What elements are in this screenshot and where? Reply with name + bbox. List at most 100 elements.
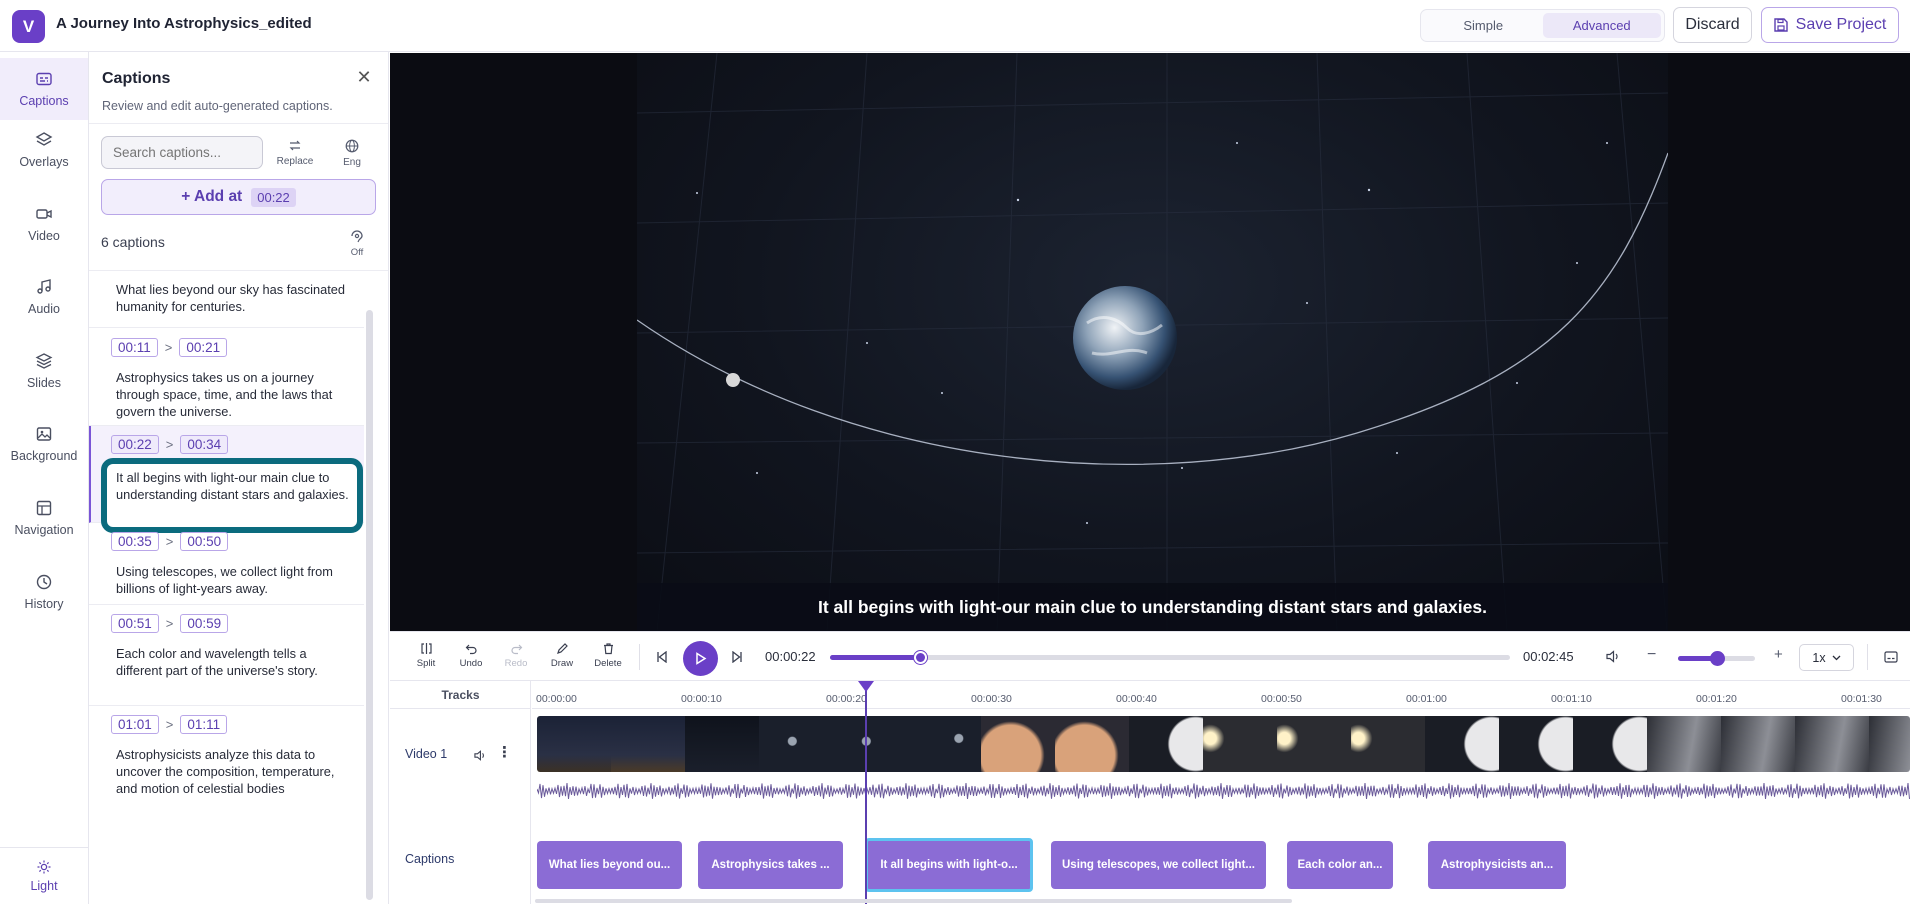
video-thumbnail [1277,716,1351,772]
chevron-down-icon [1832,655,1841,660]
language-label: Eng [343,156,361,168]
caption-clip[interactable]: Astrophysicists an... [1428,841,1566,889]
video-thumbnail [1647,716,1721,772]
caption-text[interactable]: Using telescopes, we collect light from … [116,563,354,597]
zoom-slider[interactable] [1678,651,1755,666]
skip-back-icon[interactable] [656,650,668,668]
caption-clip[interactable]: Each color an... [1287,841,1393,889]
list-item[interactable]: What lies beyond our sky has fascinated … [89,271,364,328]
sun-icon [37,860,51,873]
scrollbar[interactable] [366,310,373,900]
caption-end-time[interactable]: 01:11 [180,715,228,734]
add-caption-button[interactable]: + Add at 00:22 [101,179,376,215]
split-label: Split [416,658,436,669]
timeline-scrollbar[interactable] [535,899,1292,903]
list-item[interactable]: 00:11 > 00:21 Astrophysics takes us on a… [89,329,364,426]
caption-start-time[interactable]: 00:51 [111,614,159,633]
caption-end-time[interactable]: 00:59 [180,614,229,633]
caption-text[interactable]: Astrophysicists analyze this data to unc… [116,746,354,797]
playhead-handle[interactable] [858,681,874,692]
caption-clip[interactable]: What lies beyond ou... [537,841,682,889]
add-caption-time: 00:22 [251,187,296,207]
draw-button[interactable]: Draw [545,642,579,669]
sidebar-item-captions[interactable]: Captions [0,58,88,120]
caption-clip[interactable]: Astrophysics takes ... [698,841,843,889]
sidebar-item-label: Video [28,229,60,243]
play-button[interactable] [683,641,718,676]
save-project-label: Save Project [1795,16,1887,33]
caption-clip[interactable]: Using telescopes, we collect light... [1051,841,1266,889]
caption-text[interactable]: Astrophysics takes us on a journey throu… [116,369,354,420]
zoom-handle[interactable] [1709,651,1725,666]
track-labels: Tracks Video 1 ⋮ Captions [390,681,531,904]
caption-text[interactable]: Each color and wavelength tells a differ… [116,645,354,679]
undo-button[interactable]: Undo [454,642,488,669]
captions-toggle-off[interactable]: Off [337,224,377,264]
video-track-label: Video 1 [405,747,448,761]
captions-panel: Captions Review and edit auto-generated … [89,52,389,904]
ruler-tick: 00:00:40 [1116,693,1157,705]
image-icon [36,427,52,441]
time-ruler[interactable]: 00:00:00 00:00:10 00:00:20 00:00:30 00:0… [532,681,1910,709]
space-scene-image [636,53,1669,631]
skip-forward-icon[interactable] [731,650,743,668]
sidebar-item-slides[interactable]: Slides [0,340,88,402]
progress-slider[interactable] [830,651,1510,664]
caption-start-time[interactable]: 01:01 [111,715,159,734]
player-controls: Split Undo Redo Draw Delete 00:00:22 00:… [390,631,1910,681]
ruler-tick: 00:00:20 [826,693,867,705]
caption-text[interactable]: What lies beyond our sky has fascinated … [116,281,354,315]
progress-handle[interactable] [914,651,928,664]
zoom-out-icon[interactable]: − [1647,646,1656,664]
replace-button[interactable]: Replace [273,135,317,171]
list-item[interactable]: 01:01 > 01:11 Astrophysicists analyze th… [89,706,364,846]
search-captions-input[interactable] [101,136,263,169]
current-time: 00:00:22 [765,649,816,664]
list-item[interactable]: 00:51 > 00:59 Each color and wavelength … [89,605,364,706]
sidebar-item-video[interactable]: Video [0,193,88,255]
sidebar-item-navigation[interactable]: Navigation [0,487,88,549]
subtitles-icon[interactable] [1884,650,1898,668]
sidebar-item-audio[interactable]: Audio [0,266,88,328]
caption-end-time[interactable]: 00:34 [180,435,229,454]
caption-times: 00:22 > 00:34 [111,435,229,454]
app-logo[interactable]: V [12,10,45,43]
caption-end-time[interactable]: 00:21 [179,338,228,357]
discard-button[interactable]: Discard [1673,7,1752,43]
mode-advanced-button[interactable]: Advanced [1542,13,1661,38]
caption-start-time[interactable]: 00:11 [111,338,158,357]
playhead[interactable] [865,681,867,904]
project-title[interactable]: A Journey Into Astrophysics_edited [56,15,312,32]
zoom-in-icon[interactable]: + [1774,646,1783,663]
ruler-tick: 00:01:20 [1696,693,1737,705]
more-options-icon[interactable]: ⋮ [497,745,512,760]
caption-end-time[interactable]: 00:50 [180,532,229,551]
video-clip-strip[interactable] [537,716,1910,772]
sidebar-item-background[interactable]: Background [0,413,88,475]
list-item-active[interactable]: 00:22 > 00:34 It all begins with light-o… [89,426,364,533]
caption-clip-selected[interactable]: It all begins with light-o... [865,838,1033,892]
language-button[interactable]: Eng [330,135,374,171]
delete-button[interactable]: Delete [591,642,625,669]
theme-toggle[interactable]: Light [0,847,88,904]
redo-button[interactable]: Redo [499,642,533,669]
list-item[interactable]: 00:35 > 00:50 Using telescopes, we colle… [89,523,364,605]
caption-start-time[interactable]: 00:35 [111,532,159,551]
save-project-button[interactable]: Save Project [1761,7,1899,43]
close-icon[interactable]: ✕ [355,68,373,86]
mode-simple-button[interactable]: Simple [1424,13,1543,38]
caption-text-editor[interactable]: It all begins with light-our main clue t… [101,458,363,533]
playback-speed-select[interactable]: 1x [1799,644,1854,671]
theme-label: Light [30,878,58,893]
video-thumbnail [981,716,1055,772]
sidebar-item-overlays[interactable]: Overlays [0,119,88,181]
track-volume-icon[interactable] [474,748,486,766]
pencil-icon [556,643,568,654]
sidebar-item-history[interactable]: History [0,561,88,623]
split-button[interactable]: Split [409,642,443,669]
caption-start-time[interactable]: 00:22 [111,435,159,454]
video-preview[interactable]: It all begins with light-our main clue t… [390,53,1910,631]
music-note-icon [37,279,51,294]
globe-icon [345,139,359,152]
volume-icon[interactable] [1606,650,1620,668]
